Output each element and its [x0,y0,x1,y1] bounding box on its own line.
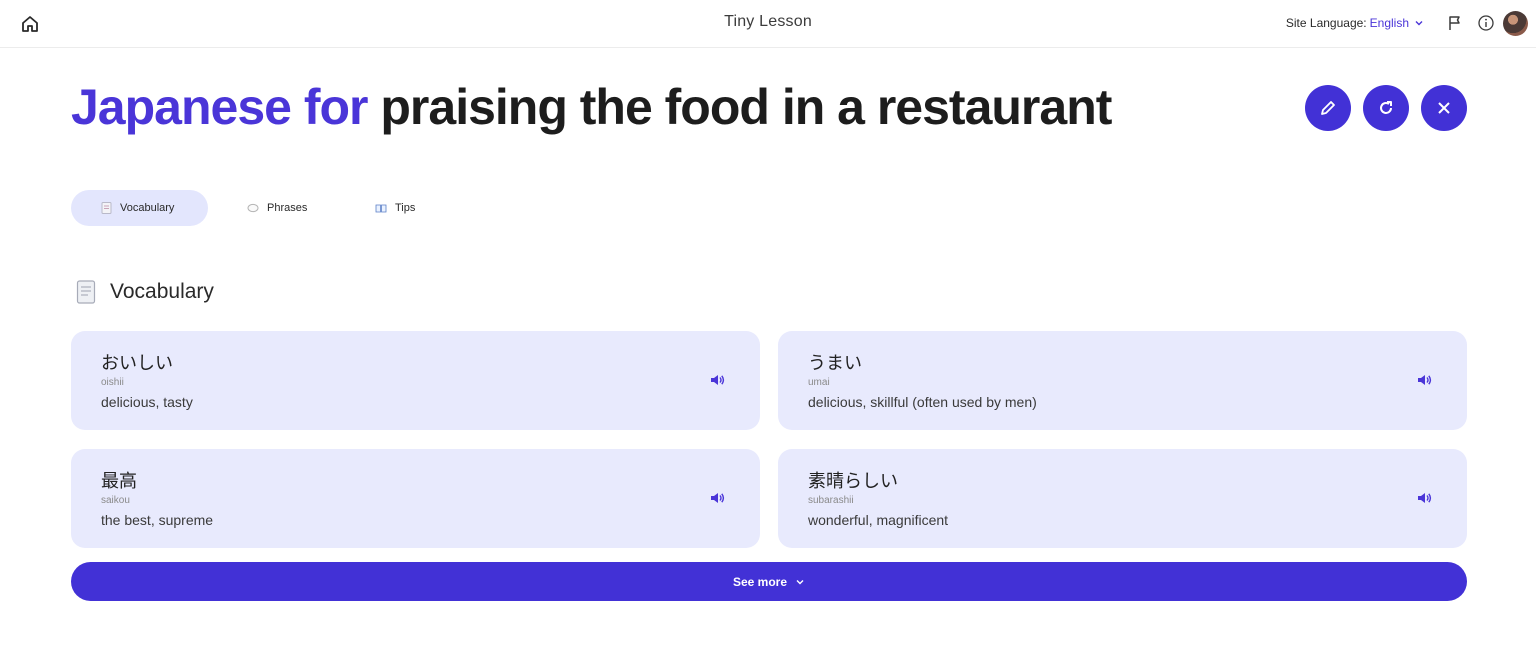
pencil-icon [1321,101,1335,115]
vocab-word: 素晴らしい [808,471,898,491]
chevron-down-icon [796,579,804,584]
memo-icon [101,202,112,214]
lesson-title-language: Japanese for [71,79,368,135]
vocab-romaji: oishii [101,377,124,388]
avatar[interactable] [1503,11,1528,36]
regenerate-button[interactable] [1363,85,1409,131]
chevron-down-icon [1415,21,1423,26]
site-language-label: Site Language: [1285,16,1367,30]
tab-phrases[interactable]: Phrases [233,190,321,226]
memo-icon [76,280,96,304]
vocab-romaji: saikou [101,495,130,506]
edit-button[interactable] [1305,85,1351,131]
open-book-icon [375,204,387,213]
flag-icon[interactable] [1446,14,1464,32]
vocab-card: 最高 saikou the best, supreme [71,449,760,548]
vocab-word: おいしい [101,353,173,373]
top-bar: Tiny Lesson Site Language: English [0,0,1536,48]
speech-bubble-icon [247,203,259,213]
speaker-icon[interactable] [708,489,726,507]
section-title: Vocabulary [110,280,214,303]
vocab-romaji: umai [808,377,830,388]
section-header: Vocabulary [76,280,214,304]
vocab-romaji: subarashii [808,495,854,506]
vocab-card: 素晴らしい subarashii wonderful, magnificent [778,449,1467,548]
vocab-meaning: delicious, skillful (often used by men) [808,394,1037,410]
refresh-icon [1380,101,1392,114]
tab-label: Vocabulary [120,202,175,214]
speaker-icon[interactable] [708,371,726,389]
see-more-label: See more [732,574,788,589]
see-more-button[interactable]: See more [71,562,1467,601]
vocab-card: おいしい oishii delicious, tasty [71,331,760,430]
close-button[interactable] [1421,85,1467,131]
lesson-title: Japanese for praising the food in a rest… [71,78,1112,136]
site-language-selector[interactable]: Site Language: English [1286,16,1424,30]
vocab-word: うまい [808,353,862,373]
tab-label: Tips [395,202,416,214]
vocab-card: うまい umai delicious, skillful (often used… [778,331,1467,430]
tab-label: Phrases [267,202,308,214]
info-icon[interactable] [1477,14,1495,32]
tab-tips[interactable]: Tips [361,190,429,226]
vocab-meaning: wonderful, magnificent [808,512,949,528]
vocab-word: 最高 [101,471,137,491]
speaker-icon[interactable] [1415,489,1433,507]
close-icon [1438,102,1450,114]
speaker-icon[interactable] [1415,371,1433,389]
vocab-meaning: the best, supreme [101,512,214,528]
site-language-value: English [1369,16,1409,30]
tab-vocabulary[interactable]: Vocabulary [71,190,208,226]
lesson-title-topic: praising the food in a restaurant [380,79,1112,135]
vocab-meaning: delicious, tasty [101,394,193,410]
